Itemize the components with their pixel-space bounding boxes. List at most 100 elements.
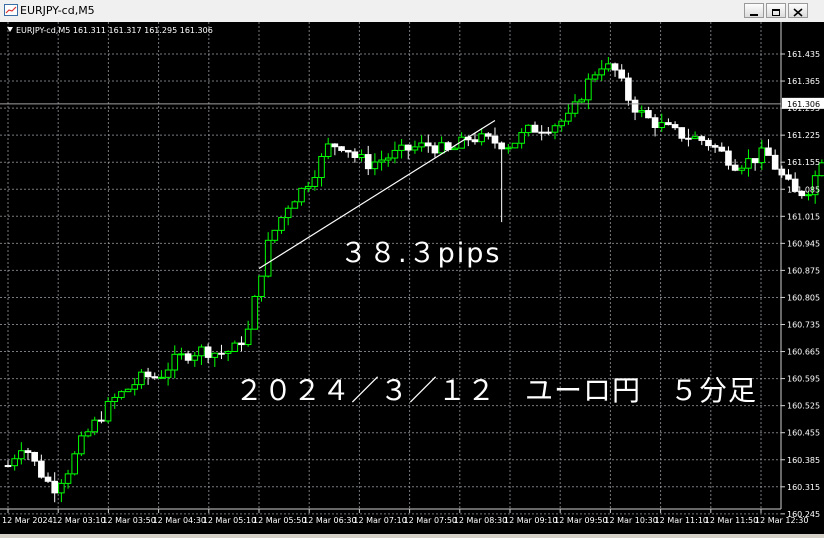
candle-bear bbox=[351, 151, 359, 158]
candle-bull bbox=[371, 161, 379, 170]
price-tick-label: 160.875 bbox=[787, 266, 820, 275]
candle-bull bbox=[291, 201, 299, 209]
candle-bull bbox=[191, 355, 199, 361]
candle-bull bbox=[78, 435, 85, 455]
candle-bull bbox=[91, 419, 99, 433]
time-tick-label: 12 Mar 05:50 bbox=[253, 516, 306, 525]
candle-bear bbox=[725, 150, 732, 166]
time-tick-label: 12 Mar 04:30 bbox=[153, 516, 206, 525]
candle-bear bbox=[698, 136, 706, 141]
candle-bear bbox=[718, 146, 726, 152]
price-tick-label: 161.155 bbox=[787, 158, 820, 167]
time-tick-label: 12 Mar 07:50 bbox=[404, 516, 457, 525]
price-tick-label: 160.455 bbox=[787, 429, 820, 438]
candle-bull bbox=[565, 112, 572, 122]
candle-bull bbox=[638, 110, 646, 113]
price-tick-label: 161.015 bbox=[787, 212, 820, 221]
candle-bull bbox=[278, 217, 285, 231]
candle-bull bbox=[745, 158, 752, 169]
chart-header-label: EURJPY-cd,M5 161.311 161.317 161.295 161… bbox=[16, 26, 213, 35]
date-caption: ２０２４／３／１２ ユーロ円 ５分足 bbox=[235, 374, 757, 407]
candle-bull bbox=[164, 369, 172, 378]
restore-button[interactable] bbox=[766, 3, 786, 18]
time-tick-label: 12 Mar 03:50 bbox=[102, 516, 155, 525]
candle-bull bbox=[11, 458, 18, 467]
candle-bull bbox=[378, 159, 385, 163]
candle-bear bbox=[671, 124, 679, 129]
candle-bear bbox=[538, 131, 545, 134]
candle-bull bbox=[411, 146, 419, 151]
candle-bear bbox=[338, 146, 345, 151]
candle-bull bbox=[18, 450, 25, 460]
candle-bear bbox=[38, 460, 45, 478]
price-tick-label: 161.365 bbox=[787, 77, 820, 86]
candle-bull bbox=[398, 144, 405, 151]
candle-bull bbox=[438, 142, 445, 154]
candle-bear bbox=[625, 77, 632, 101]
candle-bear bbox=[678, 127, 686, 139]
close-button[interactable] bbox=[788, 3, 808, 18]
price-tick-label: 161.225 bbox=[787, 131, 820, 140]
minimize-button[interactable] bbox=[744, 3, 764, 18]
time-tick-label: 12 Mar 09:10 bbox=[504, 516, 557, 525]
candle-bear bbox=[344, 149, 352, 153]
current-price-label: 161.306 bbox=[787, 100, 820, 109]
candle-bear bbox=[545, 131, 552, 134]
candlestick-chart[interactable]: 161.435161.365161.295161.225161.155161.0… bbox=[0, 22, 824, 534]
candle-bull bbox=[551, 125, 559, 133]
candle-bull bbox=[478, 133, 485, 143]
candle-bear bbox=[785, 174, 792, 180]
candle-bear bbox=[685, 137, 692, 140]
candle-bull bbox=[124, 388, 132, 393]
candle-bull bbox=[138, 371, 145, 386]
time-tick-label: 12 Mar 03:10 bbox=[52, 516, 105, 525]
price-tick-label: 161.435 bbox=[787, 50, 820, 59]
candle-bear bbox=[705, 139, 712, 147]
candle-bull bbox=[211, 352, 219, 358]
candle-bear bbox=[404, 144, 412, 151]
price-tick-label: 160.945 bbox=[787, 239, 820, 248]
candle-bull bbox=[418, 142, 425, 148]
window-titlebar: EURJPY-cd,M5 bbox=[0, 0, 824, 23]
candle-bear bbox=[151, 376, 159, 379]
candle-bull bbox=[131, 384, 139, 390]
candle-bull bbox=[198, 346, 205, 357]
candle-bull bbox=[298, 187, 305, 203]
candle-bull bbox=[525, 124, 532, 134]
price-tick-label: 160.595 bbox=[787, 375, 820, 384]
candle-bull bbox=[518, 132, 525, 144]
candle-bear bbox=[24, 450, 32, 453]
candle-bear bbox=[771, 154, 779, 170]
time-tick-label: 12 Mar 08:30 bbox=[454, 516, 507, 525]
pips-annotation: ３８.３pips bbox=[340, 238, 501, 269]
candle-bull bbox=[605, 63, 612, 70]
candle-bull bbox=[284, 207, 292, 219]
candle-bear bbox=[204, 346, 212, 358]
time-axis: 12 Mar 2024 12 Mar 03:1012 Mar 03:5012 Ma… bbox=[2, 509, 808, 525]
candle-bull bbox=[324, 143, 332, 157]
candle-bull bbox=[244, 328, 252, 346]
candle-bull bbox=[591, 74, 599, 80]
candle-bear bbox=[44, 476, 52, 482]
time-tick-label: 12 Mar 07:10 bbox=[353, 516, 406, 525]
chart-area[interactable]: 161.435161.365161.295161.225161.155161.0… bbox=[0, 22, 824, 534]
chart-window-icon bbox=[4, 4, 18, 16]
time-tick-label: 12 Mar 2024 bbox=[2, 516, 53, 525]
candle-bear bbox=[238, 342, 245, 346]
candle-bull bbox=[505, 147, 512, 150]
candle-bull bbox=[658, 122, 666, 129]
candle-bull bbox=[511, 142, 519, 149]
candle-bull bbox=[158, 376, 165, 379]
candle-bull bbox=[111, 396, 119, 403]
candle-bull bbox=[805, 194, 812, 197]
candle-bull bbox=[598, 68, 606, 76]
candle-bear bbox=[364, 154, 372, 170]
candle-bull bbox=[231, 342, 239, 353]
candle-bear bbox=[491, 135, 499, 144]
candle-bear bbox=[498, 142, 505, 150]
candle-bear bbox=[184, 353, 192, 361]
candles bbox=[4, 57, 824, 503]
candle-bear bbox=[765, 147, 772, 156]
candle-bull bbox=[304, 185, 312, 189]
candle-bear bbox=[778, 168, 786, 176]
